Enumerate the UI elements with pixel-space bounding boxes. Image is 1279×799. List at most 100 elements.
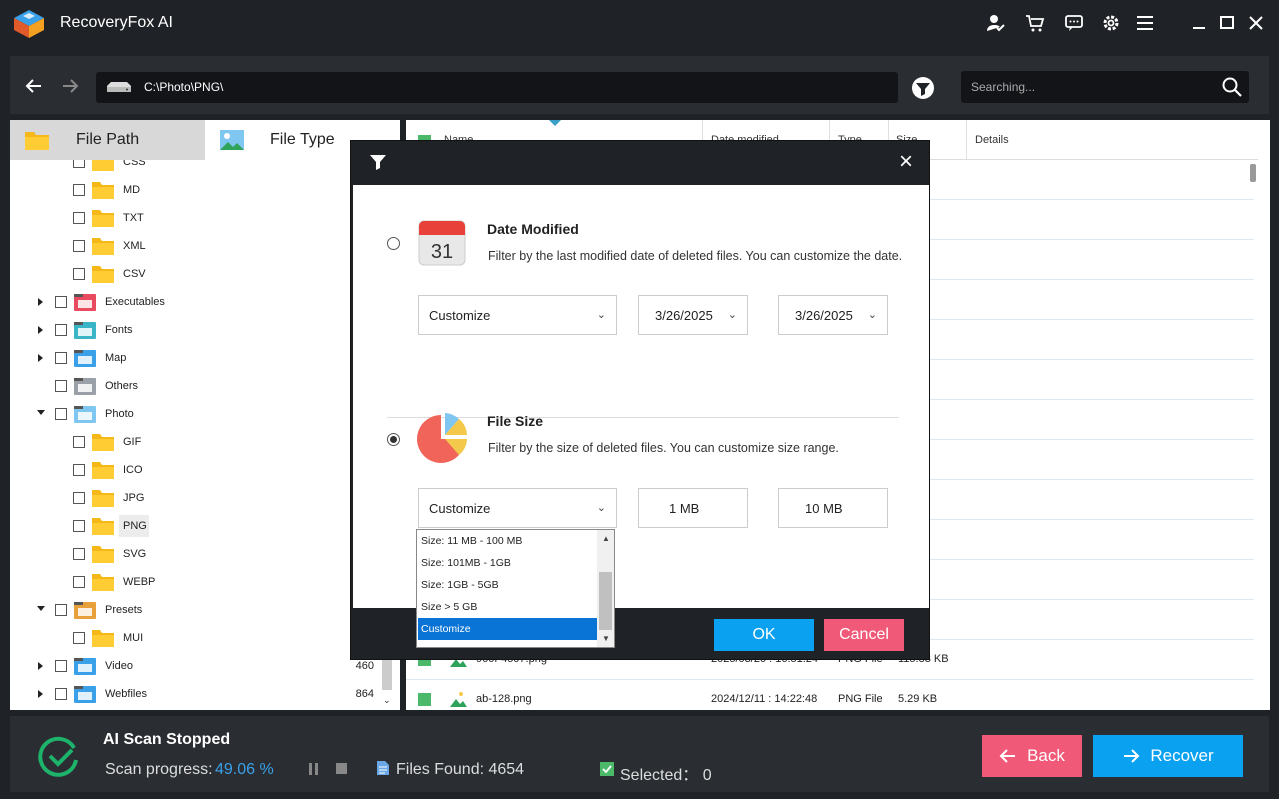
expand-arrow-icon[interactable]	[38, 690, 43, 698]
file-size-radio[interactable]	[387, 433, 400, 446]
tree-item[interactable]: TXT	[10, 204, 390, 232]
recover-button[interactable]: Recover	[1093, 735, 1243, 777]
tree-checkbox[interactable]	[73, 632, 85, 644]
tree-checkbox[interactable]	[55, 408, 67, 420]
tree-checkbox[interactable]	[73, 436, 85, 448]
tree-item[interactable]: Presets	[10, 596, 390, 624]
tree-item[interactable]: JPG	[10, 484, 390, 512]
tree-checkbox[interactable]	[55, 352, 67, 364]
tree-item[interactable]: Fonts	[10, 316, 390, 344]
dropdown-option[interactable]: Size > 5 GB	[418, 596, 597, 618]
expand-arrow-icon[interactable]	[38, 326, 43, 334]
tree-checkbox[interactable]	[73, 184, 85, 196]
chevron-down-icon: ⌄	[727, 309, 737, 321]
tree-checkbox[interactable]	[73, 464, 85, 476]
stop-icon[interactable]	[336, 763, 347, 774]
tree-checkbox[interactable]	[55, 324, 67, 336]
list-scrollbar[interactable]	[1248, 160, 1258, 710]
collapse-arrow-icon[interactable]	[37, 606, 45, 611]
tree-item-label: PNG	[123, 520, 147, 532]
tree-checkbox[interactable]	[73, 268, 85, 280]
search-icon[interactable]	[1221, 76, 1243, 98]
tree-checkbox[interactable]	[73, 520, 85, 532]
size-min-input[interactable]: 1 MB	[638, 488, 748, 528]
tree-item[interactable]: WEBP	[10, 568, 390, 596]
menu-icon[interactable]	[1133, 10, 1159, 36]
photo-folder-icon	[74, 406, 96, 423]
tree-item[interactable]: MD	[10, 176, 390, 204]
tree-checkbox[interactable]	[73, 548, 85, 560]
account-icon[interactable]	[983, 10, 1009, 36]
back-arrow-icon[interactable]	[20, 72, 48, 100]
tree-item[interactable]: Others	[10, 372, 390, 400]
back-arrow-icon	[999, 749, 1016, 763]
cart-icon[interactable]	[1022, 10, 1048, 36]
tree-item-label: Fonts	[105, 324, 133, 336]
expand-arrow-icon[interactable]	[38, 298, 43, 306]
tree-item[interactable]: ICO	[10, 456, 390, 484]
dropdown-option[interactable]: Size: 101MB - 1GB	[418, 552, 597, 574]
tree-checkbox[interactable]	[73, 212, 85, 224]
dropdown-scrollbar[interactable]: ▲ ▼	[597, 530, 614, 647]
file-icon	[377, 761, 389, 775]
date-from-picker[interactable]: 3/26/2025 ⌄	[638, 295, 748, 335]
date-modified-radio[interactable]	[387, 237, 400, 250]
tree-item-count: 864	[355, 688, 374, 700]
expand-arrow-icon[interactable]	[38, 354, 43, 362]
tree-checkbox[interactable]	[55, 688, 67, 700]
tree-checkbox[interactable]	[55, 296, 67, 308]
size-mode-select[interactable]: Customize ⌄	[418, 488, 617, 528]
table-row[interactable]: ab-128.png 2024/12/11 : 14:22:48 PNG File 5…	[406, 680, 1254, 710]
tree-item[interactable]: Webfiles 864	[10, 680, 390, 708]
size-options-dropdown[interactable]: Size: 11 MB - 100 MB Size: 101MB - 1GB S…	[416, 529, 615, 648]
size-max-input[interactable]: 10 MB	[778, 488, 888, 528]
back-button[interactable]: Back	[982, 735, 1082, 777]
tree-item[interactable]: PNG	[10, 512, 390, 540]
tab-file-path[interactable]: File Path	[10, 120, 205, 160]
ok-button[interactable]: OK	[714, 619, 814, 651]
other-folder-icon	[74, 378, 96, 395]
tree-item[interactable]: XML	[10, 232, 390, 260]
maximize-icon[interactable]	[1214, 10, 1240, 36]
date-to-value: 3/26/2025	[795, 308, 853, 323]
minimize-icon[interactable]	[1186, 10, 1212, 36]
close-window-icon[interactable]	[1243, 10, 1269, 36]
tree-checkbox[interactable]	[73, 576, 85, 588]
collapse-arrow-icon[interactable]	[37, 410, 45, 415]
tree-checkbox[interactable]	[55, 660, 67, 672]
tree-checkbox[interactable]	[55, 380, 67, 392]
tree-item[interactable]: GIF	[10, 428, 390, 456]
tree-checkbox[interactable]	[73, 492, 85, 504]
dropdown-option[interactable]: Size: 11 MB - 100 MB	[418, 530, 597, 552]
expand-arrow-icon[interactable]	[38, 662, 43, 670]
tree-item[interactable]: Video 460	[10, 652, 390, 680]
tree-item[interactable]: Map	[10, 344, 390, 372]
tree-item[interactable]: Executables	[10, 288, 390, 316]
dropdown-option-selected[interactable]: Customize	[418, 618, 597, 640]
cancel-button[interactable]: Cancel	[824, 619, 904, 651]
date-mode-select[interactable]: Customize ⌄	[418, 295, 617, 335]
tree-item[interactable]: MUI	[10, 624, 390, 652]
tree-item-label: Photo	[105, 408, 134, 420]
dialog-close-icon[interactable]: ×	[893, 149, 919, 175]
folder-icon	[92, 434, 114, 451]
path-bar[interactable]: C:\Photo\PNG\	[96, 72, 898, 103]
tree-item[interactable]: Photo	[10, 400, 390, 428]
tree-checkbox[interactable]	[55, 604, 67, 616]
tree-item[interactable]: CSV	[10, 260, 390, 288]
pause-icon[interactable]	[309, 763, 312, 775]
settings-gear-icon[interactable]	[1098, 10, 1124, 36]
date-to-picker[interactable]: 3/26/2025 ⌄	[778, 295, 888, 335]
preset-folder-icon	[74, 602, 96, 619]
tree-item[interactable]: SVG	[10, 540, 390, 568]
cell-size: 5.29 KB	[898, 693, 938, 705]
tree-checkbox[interactable]	[73, 240, 85, 252]
row-checkbox[interactable]	[418, 693, 431, 706]
dropdown-option[interactable]: Size: 1GB - 5GB	[418, 574, 597, 596]
column-details[interactable]: Details	[975, 134, 1009, 146]
forward-arrow-icon[interactable]	[56, 72, 84, 100]
filter-icon[interactable]	[910, 75, 936, 101]
tree-item-label: JPG	[123, 492, 145, 504]
search-input[interactable]: Searching...	[961, 71, 1249, 103]
feedback-icon[interactable]	[1061, 10, 1087, 36]
